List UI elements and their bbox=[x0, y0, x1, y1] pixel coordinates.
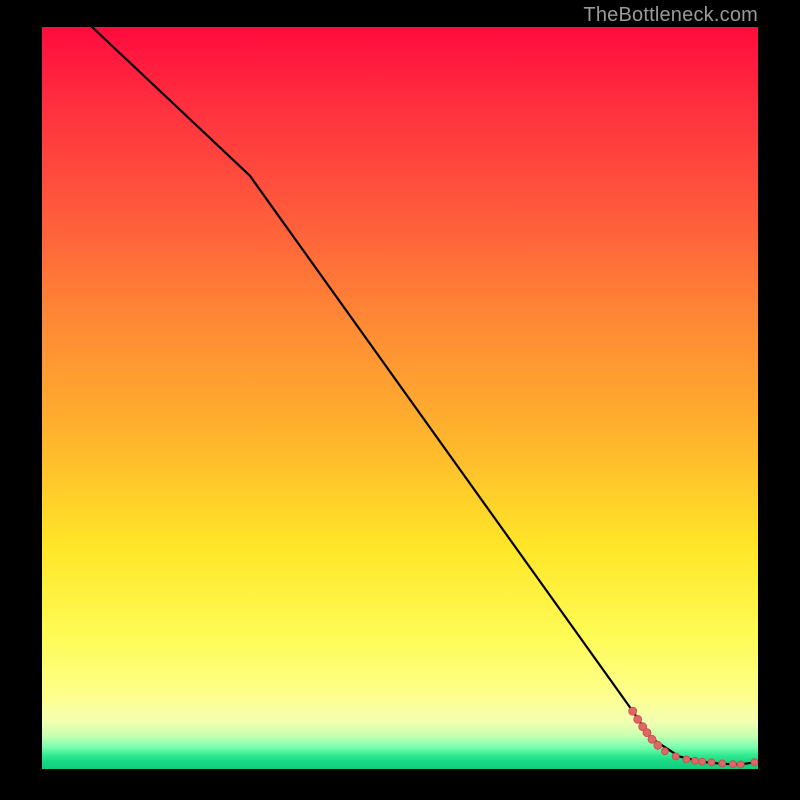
data-marker bbox=[729, 761, 736, 768]
watermark-text: TheBottleneck.com bbox=[583, 4, 758, 27]
data-marker bbox=[683, 756, 690, 763]
data-marker bbox=[634, 715, 642, 723]
chart-overlay bbox=[42, 27, 758, 769]
data-marker bbox=[692, 757, 699, 764]
data-marker bbox=[708, 759, 715, 766]
data-marker bbox=[661, 748, 668, 755]
marker-group bbox=[629, 707, 758, 768]
data-marker bbox=[629, 707, 637, 715]
data-marker bbox=[699, 758, 706, 765]
data-marker bbox=[751, 759, 758, 766]
data-marker bbox=[672, 753, 679, 760]
chart-frame: TheBottleneck.com bbox=[0, 0, 800, 800]
curve-line bbox=[92, 27, 754, 765]
data-marker bbox=[643, 729, 651, 737]
data-marker bbox=[654, 741, 662, 749]
data-marker bbox=[719, 760, 726, 767]
data-marker bbox=[737, 761, 744, 768]
